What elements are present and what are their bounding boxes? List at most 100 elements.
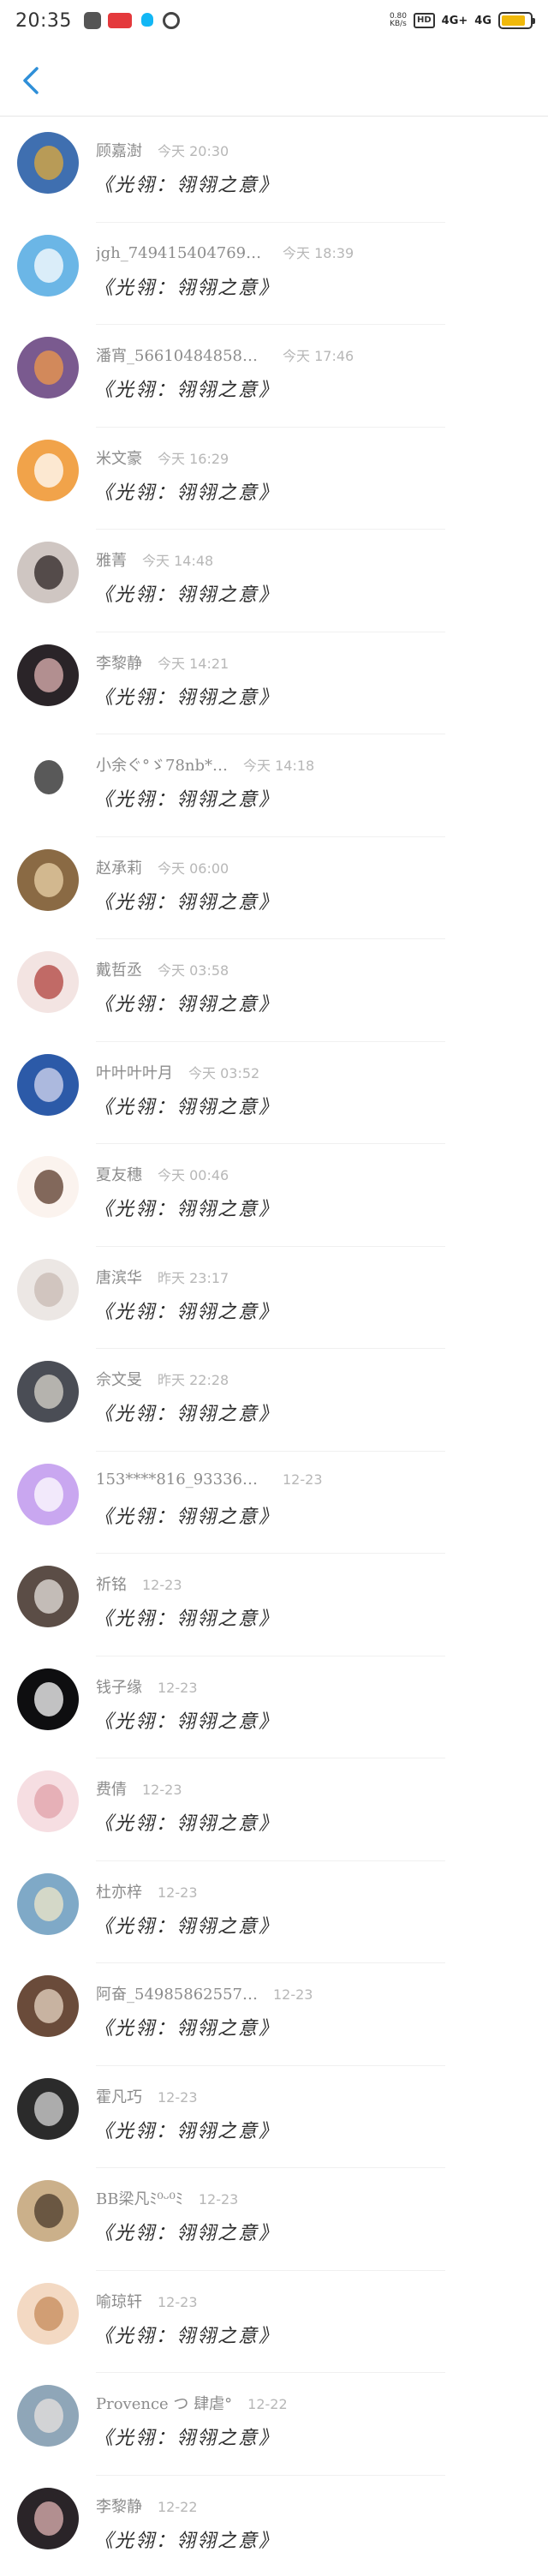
list-item[interactable]: 赵承莉 今天 06:00 《光翎：翎翎之意》 <box>0 837 548 939</box>
signal-4g-plus-icon: 4G+ <box>441 14 468 27</box>
message-title: 《光翎：翎翎之意》 <box>94 1404 280 1425</box>
list-item[interactable]: Provence つ 肆虐° 12-22 《光翎：翎翎之意》 <box>0 2373 548 2476</box>
timestamp: 12-23 <box>283 1471 323 1488</box>
avatar-figure <box>34 1784 63 1818</box>
video-app-icon <box>107 13 132 28</box>
avatar[interactable] <box>17 1258 79 1321</box>
list-item[interactable]: 雅菁 今天 14:48 《光翎：翎翎之意》 <box>0 530 548 632</box>
message-title: 《光翎：翎翎之意》 <box>94 891 280 914</box>
avatar[interactable] <box>17 848 79 911</box>
avatar[interactable] <box>17 1975 79 2037</box>
nickname: 佘文旻 <box>96 1371 142 1389</box>
avatar-figure <box>34 2501 63 2536</box>
list-item[interactable]: 李黎静 12-22 《光翎：翎翎之意》 <box>0 2476 548 2576</box>
list-item[interactable]: 唐滨华 昨天 23:17 《光翎：翎翎之意》 <box>0 1247 548 1349</box>
avatar-figure <box>34 1067 63 1102</box>
avatar-figure <box>34 1272 63 1307</box>
avatar[interactable] <box>17 2180 79 2242</box>
message-title: 《光翎：翎翎之意》 <box>94 277 280 299</box>
list-item[interactable]: 霍凡巧 12-23 《光翎：翎翎之意》 <box>0 2066 548 2168</box>
avatar[interactable] <box>17 132 79 194</box>
timestamp: 12-23 <box>158 1884 198 1901</box>
back-button[interactable] <box>12 62 50 99</box>
avatar[interactable] <box>17 439 79 501</box>
notification-icons <box>83 12 180 29</box>
avatar[interactable] <box>17 1361 79 1423</box>
avatar[interactable] <box>17 2487 79 2549</box>
timestamp: 12-22 <box>158 2498 198 2515</box>
header <box>0 41 548 117</box>
list-item[interactable]: 祈铭 12-23 《光翎：翎翎之意》 <box>0 1554 548 1656</box>
message-title: 《光翎：翎翎之意》 <box>94 2018 280 2040</box>
timestamp: 今天 14:48 <box>142 553 214 569</box>
list-item[interactable]: 戴哲丞 今天 03:58 《光翎：翎翎之意》 <box>0 939 548 1042</box>
avatar[interactable] <box>17 1872 79 1935</box>
message-title: 《光翎：翎翎之意》 <box>94 584 280 606</box>
avatar[interactable] <box>17 746 79 808</box>
list-item[interactable]: 喻琼轩 12-23 《光翎：翎翎之意》 <box>0 2271 548 2373</box>
list-item[interactable]: 李黎静 今天 14:21 《光翎：翎翎之意》 <box>0 632 548 734</box>
avatar[interactable] <box>17 2282 79 2345</box>
avatar[interactable] <box>17 1053 79 1116</box>
network-speed: 0.80 KB/s <box>389 12 407 28</box>
nickname: Provence つ 肆虐° <box>96 2395 233 2413</box>
list-item[interactable]: 叶叶叶叶月 今天 03:52 《光翎：翎翎之意》 <box>0 1042 548 1144</box>
avatar[interactable] <box>17 337 79 398</box>
avatar[interactable] <box>17 1770 79 1832</box>
signal-4g-icon: 4G <box>474 14 491 27</box>
list-item[interactable]: 小余ぐ°ゞ78nb*… 今天 14:18 《光翎：翎翎之意》 <box>0 734 548 837</box>
nickname: 霍凡巧 <box>96 2088 142 2106</box>
chevron-left-icon <box>23 67 39 94</box>
status-bar: 20:35 0.80 KB/s HD 4G+ 4G <box>0 0 548 41</box>
list-item[interactable]: 米文豪 今天 16:29 《光翎：翎翎之意》 <box>0 428 548 530</box>
list-item[interactable]: BB梁凡ﾐ⁰ᵕ⁰ﾐ 12-23 《光翎：翎翎之意》 <box>0 2168 548 2271</box>
avatar[interactable] <box>17 1668 79 1730</box>
avatar[interactable] <box>17 644 79 706</box>
nickname: 祈铭 <box>96 1576 127 1594</box>
nickname: BB梁凡ﾐ⁰ᵕ⁰ﾐ <box>96 2190 183 2208</box>
avatar[interactable] <box>17 2077 79 2140</box>
battery-fill <box>502 15 526 26</box>
avatar-figure <box>34 1579 63 1614</box>
list-item[interactable]: 顾嘉澍 今天 20:30 《光翎：翎翎之意》 <box>0 120 548 223</box>
list-item[interactable]: 阿奋_54985862557… 12-23 《光翎：翎翎之意》 <box>0 1963 548 2066</box>
avatar-figure <box>34 965 63 999</box>
timestamp: 今天 17:46 <box>283 348 354 364</box>
avatar[interactable] <box>17 542 79 603</box>
message-title: 《光翎：翎翎之意》 <box>94 2325 280 2347</box>
avatar-figure <box>34 1170 63 1204</box>
list-item[interactable]: 杜亦梓 12-23 《光翎：翎翎之意》 <box>0 1861 548 1963</box>
message-title: 《光翎：翎翎之意》 <box>94 1301 280 1323</box>
sync-icon <box>162 12 180 29</box>
avatar[interactable] <box>17 1156 79 1218</box>
timestamp: 昨天 23:17 <box>158 1269 229 1286</box>
avatar[interactable] <box>17 2385 79 2447</box>
list-item[interactable]: 钱子缘 12-23 《光翎：翎翎之意》 <box>0 1656 548 1758</box>
avatar[interactable] <box>17 1566 79 1627</box>
battery-icon <box>498 12 535 29</box>
timestamp: 12-23 <box>142 1577 182 1593</box>
list-item[interactable]: 费倩 12-23 《光翎：翎翎之意》 <box>0 1758 548 1861</box>
timestamp: 12-23 <box>158 1679 198 1696</box>
list-item[interactable]: 153****816_9333675625 12-23 《光翎：翎翎之意》 <box>0 1452 548 1554</box>
status-time: 20:35 <box>15 9 72 32</box>
avatar-figure <box>34 657 63 692</box>
message-title: 《光翎：翎翎之意》 <box>94 2530 280 2552</box>
nickname: 李黎静 <box>96 2497 142 2516</box>
timestamp: 今天 03:52 <box>188 1064 260 1081</box>
message-title: 《光翎：翎翎之意》 <box>94 2120 280 2142</box>
list-item[interactable]: 佘文旻 昨天 22:28 《光翎：翎翎之意》 <box>0 1349 548 1452</box>
list-item[interactable]: 夏友穗 今天 00:46 《光翎：翎翎之意》 <box>0 1144 548 1247</box>
nickname: 戴哲丞 <box>96 962 142 979</box>
avatar[interactable] <box>17 951 79 1013</box>
timestamp: 今天 14:21 <box>158 655 229 672</box>
list-item[interactable]: 潘宵_566104848584… 今天 17:46 《光翎：翎翎之意》 <box>0 325 548 428</box>
message-title: 《光翎：翎翎之意》 <box>94 1096 280 1118</box>
nickname: 唐滨华 <box>96 1268 142 1287</box>
nickname: 顾嘉澍 <box>96 142 142 160</box>
avatar[interactable] <box>17 1463 79 1525</box>
timestamp: 今天 16:29 <box>158 450 229 467</box>
list-item[interactable]: jgh_7494154047695649 今天 18:39 《光翎：翎翎之意》 <box>0 223 548 325</box>
avatar[interactable] <box>17 234 79 297</box>
message-title: 《光翎：翎翎之意》 <box>94 686 280 709</box>
